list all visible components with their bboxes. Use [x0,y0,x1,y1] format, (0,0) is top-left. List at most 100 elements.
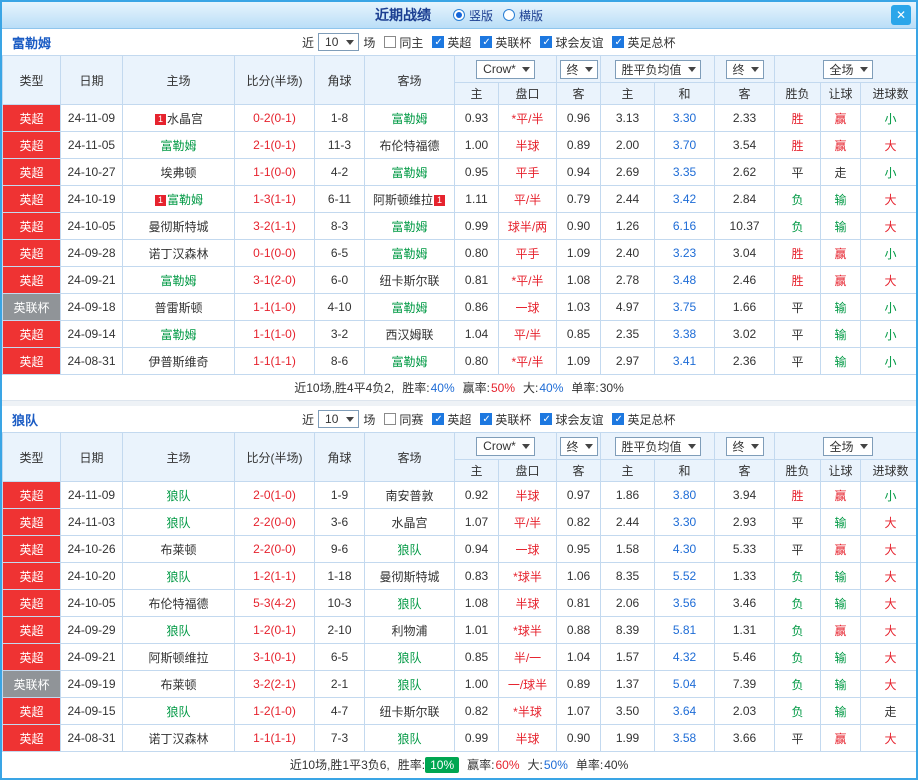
checkbox-league-friendly[interactable]: 球会友谊 [540,34,603,51]
checkbox-league-cup[interactable]: 英联杯 [480,34,531,51]
checkbox-same-filter[interactable]: 同主 [384,34,423,51]
league-badge: 英超 [2,212,61,240]
team-label: 富勒姆 [391,246,428,261]
goals-result: 小 [860,293,916,321]
odds-company-select[interactable]: Crow* [476,59,535,79]
cover-rate: 赢率:60% [467,758,520,772]
team-label: 富勒姆 [160,327,197,342]
odds-home: 1.00 [454,670,499,698]
checkbox-league-friendly[interactable]: 球会友谊 [540,411,603,428]
checkbox-same-filter[interactable]: 同赛 [384,411,423,428]
match-date: 24-09-28 [60,239,123,267]
summary-record: 近10场,胜1平3负6, [289,758,390,772]
team-label: 富勒姆 [391,300,428,315]
match-row: 英超 24-09-15 狼队 1-2(1-0) 4-7 纽卡斯尔联 0.82 *半球 1.07 3… [2,697,916,725]
mean-home: 1.57 [600,643,656,671]
match-count-select[interactable]: 10 [318,33,360,51]
match-date: 24-10-19 [60,185,123,213]
away-team: 狼队 [364,643,455,671]
match-row: 英超 24-09-21 阿斯顿维拉 3-1(0-1) 6-5 狼队 0.85 半/一 1.04 1… [2,643,916,671]
score: 1-1(1-0) [234,293,315,321]
match-count-select[interactable]: 10 [318,410,360,428]
league-badge: 英超 [2,562,61,590]
odds-home: 0.92 [454,481,499,509]
odds-final-select[interactable]: 终 [559,59,598,79]
handicap-result: 输 [820,643,862,671]
checkbox-icon [480,36,493,49]
match-date: 24-10-05 [60,589,123,617]
period-select[interactable]: 全场 [822,59,873,79]
checkbox-league-facup[interactable]: 英足总杯 [612,34,675,51]
games-label: 场 [363,35,376,50]
mean-away: 5.46 [714,643,776,671]
cover-rate: 赢率:50% [462,381,516,395]
match-row: 英超 24-11-09 1 水晶宫 0-2(0-1) 1-8 富勒姆 0.93 *平/半 0.96… [2,104,916,132]
goals-result: 大 [860,212,916,240]
chevron-down-icon [859,443,868,449]
mean-home: 2.97 [600,347,656,375]
checkbox-icon [384,413,397,425]
handicap-result: 输 [820,293,862,321]
checkbox-league-epl[interactable]: 英超 [432,34,471,51]
close-icon[interactable]: ✕ [891,5,911,25]
checkbox-league-facup[interactable]: 英足总杯 [612,411,675,428]
mean-draw: 3.48 [654,266,716,294]
match-row: 英超 24-11-05 富勒姆 2-1(0-1) 11-3 布伦特福德 1.00 半球 0.89… [2,131,916,159]
radio-horizontal-layout[interactable]: 横版 [503,7,543,24]
odds-company-select[interactable]: Crow* [476,436,535,456]
chevron-down-icon [859,66,868,72]
match-date: 24-09-19 [60,670,123,698]
mean-final-select[interactable]: 终 [725,436,764,456]
col-goals: 进球数 [860,82,916,105]
results-table: 类型 日期 主场 比分(半场) 角球 客场 Crow* 终 胜平负均值 终 全场… [2,432,916,752]
corners: 1-8 [314,104,365,132]
league-badge: 英超 [2,104,61,132]
mean-home: 3.50 [600,697,656,725]
home-team: 富勒姆 [122,266,235,294]
odds-home: 0.94 [454,535,499,563]
home-team: 狼队 [122,508,235,536]
mean-final-select[interactable]: 终 [725,59,764,79]
titlebar: 近期战绩 竖版 横版 ✕ [2,2,916,29]
mean-draw: 4.32 [654,643,716,671]
league-badge: 英超 [2,616,61,644]
radio-vertical-layout[interactable]: 竖版 [452,7,493,24]
match-row: 英超 24-10-05 布伦特福德 5-3(4-2) 10-3 狼队 1.08 半球 0.81 2… [2,589,916,617]
match-row: 英超 24-10-05 曼彻斯特城 3-2(1-1) 8-3 富勒姆 0.99 球半/两 0.9… [2,212,916,240]
mean-away: 2.33 [714,104,776,132]
away-team: 水晶宫 [364,508,455,536]
league-badge: 英超 [2,481,61,509]
result: 平 [774,158,822,186]
team-label: 布莱顿 [160,677,197,692]
mean-home: 3.13 [600,104,656,132]
league-badge: 英超 [2,643,61,671]
team-label: 狼队 [166,569,191,584]
col-mean-draw: 和 [654,459,716,482]
mean-draw: 3.35 [654,158,716,186]
handicap-result: 输 [820,508,862,536]
filter-row: 富勒姆 近 10 场 同主 英超 英联杯 [2,29,916,55]
period-select[interactable]: 全场 [822,436,873,456]
corners: 8-6 [314,347,365,375]
home-team: 布莱顿 [122,535,235,563]
odds-final-select[interactable]: 终 [559,436,598,456]
team-label: 布伦特福德 [379,138,440,153]
result: 负 [774,643,822,671]
chevron-down-icon [521,66,530,72]
mean-type-select[interactable]: 胜平负均值 [614,59,701,79]
checkbox-league-epl[interactable]: 英超 [432,411,471,428]
score: 2-2(0-0) [234,508,315,536]
away-team: 布伦特福德 [364,131,455,159]
home-team: 富勒姆 [122,131,235,159]
odds-home: 0.86 [454,293,499,321]
checkbox-league-cup[interactable]: 英联杯 [480,411,531,428]
result: 胜 [774,131,822,159]
mean-type-select[interactable]: 胜平负均值 [614,436,701,456]
mean-draw: 3.64 [654,697,716,725]
mean-home: 2.06 [600,589,656,617]
away-team: 利物浦 [364,616,455,644]
mean-home: 2.35 [600,320,656,348]
team-label: 富勒姆 [391,219,428,234]
mean-draw: 3.41 [654,347,716,375]
home-team: 狼队 [122,616,235,644]
